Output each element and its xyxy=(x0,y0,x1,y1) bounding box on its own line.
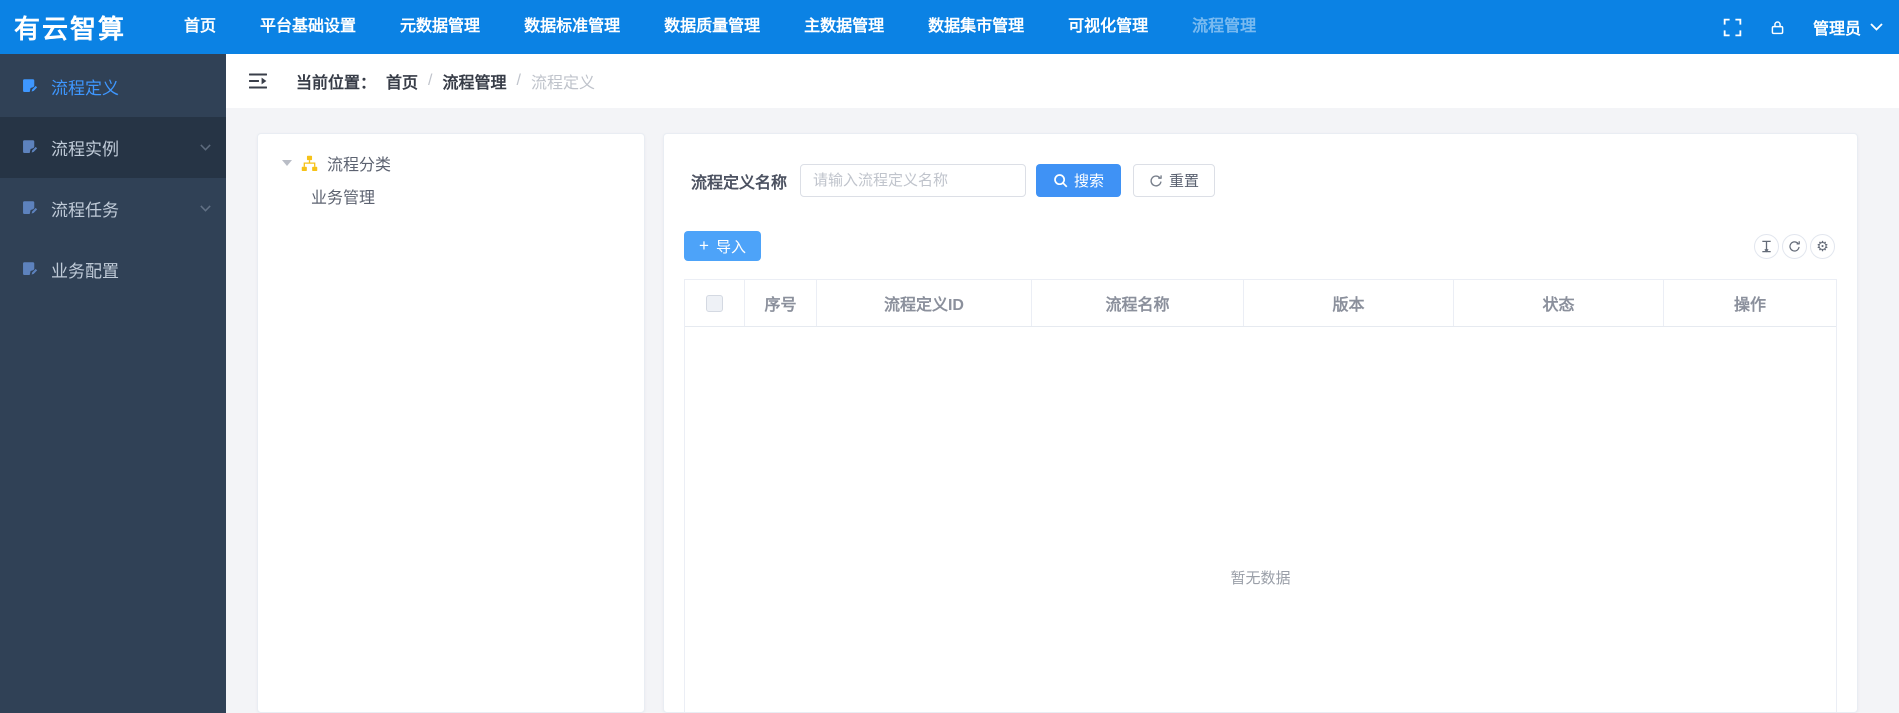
nav-item-data-standard[interactable]: 数据标准管理 xyxy=(502,0,642,54)
table-header-select xyxy=(685,280,745,326)
breadcrumb-item-process-management[interactable]: 流程管理 xyxy=(442,69,506,93)
plus-icon: + xyxy=(699,236,709,255)
import-button[interactable]: + 导入 xyxy=(684,231,761,261)
navbar-right: 管理员 xyxy=(1723,15,1899,39)
sidebar-item-label: 流程实例 xyxy=(51,140,119,159)
nav-item-metadata[interactable]: 元数据管理 xyxy=(378,0,502,54)
page-layout: 流程定义 流程实例 流程任务 业务配置 当前位置： 首页 / 流程管理 / 流程… xyxy=(0,54,1899,713)
breadcrumb-separator: / xyxy=(428,72,433,89)
breadcrumb-item-process-definition: 流程定义 xyxy=(530,75,595,92)
sidebar: 流程定义 流程实例 流程任务 业务配置 xyxy=(0,54,226,713)
table-header-row: 序号 流程定义ID 流程名称 版本 状态 操作 xyxy=(685,280,1836,327)
table-body: 暂无数据 xyxy=(685,327,1836,712)
refresh-icon xyxy=(1150,174,1162,187)
sitemap-icon xyxy=(301,155,318,172)
select-all-checkbox[interactable] xyxy=(706,294,723,312)
process-name-input[interactable] xyxy=(800,164,1027,197)
sidebar-item-label: 流程任务 xyxy=(51,201,119,220)
nav-item-process-management[interactable]: 流程管理 xyxy=(1170,0,1278,54)
tree-node-process-category[interactable]: 流程分类 xyxy=(258,148,644,178)
column-settings-button[interactable]: ⚙ xyxy=(1810,233,1835,259)
sidebar-item-process-task[interactable]: 流程任务 xyxy=(0,178,226,239)
import-button-label: 导入 xyxy=(715,238,746,256)
reset-button-label: 重置 xyxy=(1169,173,1200,190)
fullscreen-icon[interactable] xyxy=(1723,18,1742,37)
empty-data-placeholder: 暂无数据 xyxy=(1230,569,1291,587)
chevron-down-icon xyxy=(200,144,211,151)
toolbar-row: + 导入 ⚙ xyxy=(684,231,1837,261)
table-header-process-name: 流程名称 xyxy=(1032,280,1244,326)
filter-row: 流程定义名称 搜索 重置 xyxy=(684,164,1837,197)
nav-item-visualization[interactable]: 可视化管理 xyxy=(1046,0,1170,54)
breadcrumb-bar: 当前位置： 首页 / 流程管理 / 流程定义 xyxy=(226,54,1899,108)
sidebar-item-process-instance[interactable]: 流程实例 xyxy=(0,117,226,178)
caret-down-icon[interactable] xyxy=(282,160,292,166)
category-tree-panel: 流程分类 业务管理 xyxy=(257,133,645,713)
table-header-version: 版本 xyxy=(1244,280,1454,326)
sidebar-collapse-button[interactable] xyxy=(245,68,271,94)
nav-item-home[interactable]: 首页 xyxy=(162,0,238,54)
table-header-actions: 操作 xyxy=(1733,297,1766,314)
refresh-button[interactable] xyxy=(1782,233,1807,259)
reset-button[interactable]: 重置 xyxy=(1133,164,1216,197)
nav-item-master-data[interactable]: 主数据管理 xyxy=(782,0,906,54)
process-definition-table: 序号 流程定义ID 流程名称 版本 状态 操作 暂无数据 xyxy=(684,279,1837,712)
content-area: 流程分类 业务管理 流程定义名称 搜索 xyxy=(226,108,1899,713)
stretch-height-button[interactable] xyxy=(1754,233,1779,259)
nav-item-platform-settings[interactable]: 平台基础设置 xyxy=(238,0,378,54)
document-edit-icon xyxy=(23,201,38,215)
chevron-down-icon xyxy=(1870,23,1883,31)
tree-node-label: 流程分类 xyxy=(327,157,392,174)
sidebar-item-label: 业务配置 xyxy=(51,262,119,281)
refresh-icon xyxy=(1789,240,1800,252)
breadcrumb-separator: / xyxy=(516,72,521,89)
tree-node-label: 业务管理 xyxy=(311,190,376,207)
main-area: 当前位置： 首页 / 流程管理 / 流程定义 流程分类 业务管理 流程定义名称 … xyxy=(226,54,1899,713)
process-name-label: 流程定义名称 xyxy=(691,174,788,192)
top-navbar: 有云智算 首页 平台基础设置 元数据管理 数据标准管理 数据质量管理 主数据管理… xyxy=(0,0,1899,54)
gear-icon: ⚙ xyxy=(1816,238,1829,254)
breadcrumb-prefix: 当前位置： xyxy=(296,75,377,92)
table-header-status: 状态 xyxy=(1454,280,1664,326)
nav-item-data-quality[interactable]: 数据质量管理 xyxy=(642,0,782,54)
sidebar-item-process-definition[interactable]: 流程定义 xyxy=(0,56,226,117)
table-tool-icons: ⚙ xyxy=(1754,233,1835,259)
user-menu[interactable]: 管理员 xyxy=(1813,15,1883,39)
search-button-label: 搜索 xyxy=(1074,173,1105,190)
table-header-index: 序号 xyxy=(745,280,817,326)
table-header-definition-id: 流程定义ID xyxy=(817,280,1032,326)
breadcrumb-item-home[interactable]: 首页 xyxy=(386,69,418,93)
document-edit-icon xyxy=(23,262,38,276)
tree-node-business-management[interactable]: 业务管理 xyxy=(258,181,644,211)
search-icon xyxy=(1054,174,1068,188)
process-definition-panel: 流程定义名称 搜索 重置 xyxy=(663,133,1858,713)
document-edit-icon xyxy=(23,79,38,93)
app-logo: 有云智算 xyxy=(14,13,127,44)
collapse-icon xyxy=(249,73,267,89)
sidebar-item-business-config[interactable]: 业务配置 xyxy=(0,239,226,300)
lock-icon[interactable] xyxy=(1769,19,1786,36)
breadcrumb: 当前位置： 首页 / 流程管理 / 流程定义 xyxy=(296,69,595,93)
chevron-down-icon xyxy=(200,205,211,212)
user-name: 管理员 xyxy=(1812,21,1861,38)
document-edit-icon xyxy=(23,140,38,154)
nav-item-data-mart[interactable]: 数据集市管理 xyxy=(906,0,1046,54)
sidebar-item-label: 流程定义 xyxy=(51,79,119,98)
text-height-icon xyxy=(1762,240,1771,252)
search-button[interactable]: 搜索 xyxy=(1036,164,1122,197)
main-menu: 首页 平台基础设置 元数据管理 数据标准管理 数据质量管理 主数据管理 数据集市… xyxy=(162,0,1278,54)
